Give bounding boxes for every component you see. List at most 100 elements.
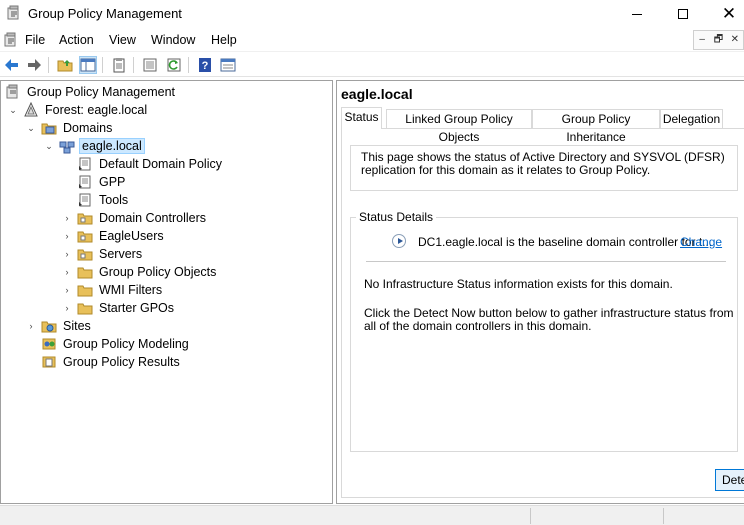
status-info-text: This page shows the status of Active Dir… — [350, 145, 738, 191]
window-title: Group Policy Management — [28, 6, 182, 21]
tree-node-label: Tools — [99, 193, 129, 207]
mdi-restore-icon[interactable]: 🗗 — [710, 31, 726, 49]
minimize-button[interactable] — [614, 0, 660, 28]
tree-node-gpp[interactable]: GPP — [77, 173, 127, 191]
tree-node-label: Group Policy Objects — [99, 265, 217, 279]
tree-node-label: Starter GPOs — [99, 301, 175, 315]
gpm-icon — [5, 84, 21, 100]
tab-status[interactable]: Status — [341, 107, 382, 129]
forward-button[interactable] — [25, 56, 43, 74]
console-view-icon — [220, 58, 236, 72]
menu-file[interactable]: File — [25, 33, 45, 47]
tree-node-label: EagleUsers — [99, 229, 164, 243]
expand-chevron-icon[interactable]: › — [61, 230, 73, 242]
up-folder-button[interactable] — [56, 56, 74, 74]
menu-view[interactable]: View — [109, 33, 136, 47]
detect-now-button[interactable]: Dete — [715, 469, 744, 491]
tree-node-label: Forest: eagle.local — [45, 103, 148, 117]
gpo-link-icon — [77, 156, 93, 172]
tab-linked-gpos[interactable]: Linked Group Policy Objects — [386, 109, 532, 144]
tree-node-servers[interactable]: › Servers — [61, 245, 144, 263]
status-details-label: Status Details — [356, 210, 437, 224]
expand-chevron-icon[interactable]: › — [61, 212, 73, 224]
menu-action[interactable]: Action — [59, 33, 94, 47]
expand-chevron-icon[interactable]: › — [61, 248, 73, 260]
tree-node-label: Domains — [63, 121, 113, 135]
tree-node-gp-results[interactable]: Group Policy Results — [41, 353, 182, 371]
svg-text:?: ? — [202, 60, 209, 72]
tab-gp-inheritance[interactable]: Group Policy Inheritance — [532, 109, 660, 144]
expand-chevron-icon[interactable]: › — [25, 320, 37, 332]
tree-node-starter-gpos[interactable]: › Starter GPOs — [61, 299, 176, 317]
detect-now-hint: Click the Detect Now button below to gat… — [364, 306, 734, 333]
collapse-chevron-icon[interactable]: ⌄ — [7, 104, 19, 116]
toolbar-separator — [133, 57, 134, 73]
clipboard-icon — [113, 58, 125, 73]
title-bar: Group Policy Management ✕ — [0, 0, 744, 28]
tree-node-wmi-filters[interactable]: › WMI Filters — [61, 281, 164, 299]
tree-node-label: Group Policy Modeling — [63, 337, 189, 351]
modeling-icon — [41, 336, 57, 352]
expand-chevron-icon[interactable]: › — [61, 266, 73, 278]
domain-icon — [59, 138, 75, 154]
no-infrastructure-message: No Infrastructure Status information exi… — [364, 277, 673, 291]
refresh-icon — [167, 58, 181, 72]
toolbar-separator — [48, 57, 49, 73]
tab-delegation[interactable]: Delegation — [660, 109, 723, 129]
details-pane: eagle.local Status Linked Group Policy O… — [336, 80, 744, 504]
toolbar: ? — [0, 53, 744, 77]
gpo-link-icon — [77, 192, 93, 208]
console-tree: Group Policy Management ⌄ Forest: eagle.… — [0, 80, 333, 504]
expand-arrow-icon[interactable] — [392, 234, 406, 248]
section-divider — [366, 261, 726, 262]
status-bar-segment — [530, 508, 531, 524]
minimize-icon — [632, 13, 642, 15]
close-button[interactable]: ✕ — [706, 0, 744, 28]
ou-icon — [77, 246, 93, 262]
help-button[interactable]: ? — [196, 56, 214, 74]
collapse-chevron-icon[interactable]: ⌄ — [43, 140, 55, 152]
console-view-button[interactable] — [219, 56, 237, 74]
tree-node-domains[interactable]: ⌄ Domains — [25, 119, 114, 137]
status-bar-segment — [663, 508, 664, 524]
tree-node-eagleusers[interactable]: › EagleUsers — [61, 227, 166, 245]
tree-node-forest[interactable]: ⌄ Forest: eagle.local — [7, 101, 149, 119]
mdi-minimize-icon[interactable]: – — [694, 31, 710, 49]
export-list-button[interactable] — [141, 56, 159, 74]
folder-icon — [77, 282, 93, 298]
tree-node-gp-modeling[interactable]: Group Policy Modeling — [41, 335, 191, 353]
tree-node-tools[interactable]: Tools — [77, 191, 130, 209]
export-list-icon — [143, 58, 157, 72]
tree-node-label: Group Policy Results — [63, 355, 180, 369]
baseline-dc-text: DC1.eagle.local is the baseline domain c… — [418, 235, 713, 249]
expand-chevron-icon[interactable]: › — [61, 302, 73, 314]
tree-node-group-policy-objects[interactable]: › Group Policy Objects — [61, 263, 218, 281]
tree-node-label: Group Policy Management — [27, 85, 175, 99]
status-details-group — [350, 217, 738, 452]
tree-node-sites[interactable]: › Sites — [25, 317, 93, 335]
tree-node-domain-controllers[interactable]: › Domain Controllers — [61, 209, 208, 227]
menu-help[interactable]: Help — [211, 33, 237, 47]
console-menu-icon[interactable] — [3, 32, 19, 48]
mdi-close-icon[interactable]: ✕ — [727, 31, 743, 49]
change-link[interactable]: Change — [680, 235, 722, 249]
tree-node-default-domain-policy[interactable]: Default Domain Policy — [77, 155, 224, 173]
tree-node-gpm-root[interactable]: Group Policy Management — [5, 83, 177, 101]
close-icon: ✕ — [721, 4, 737, 23]
menu-window[interactable]: Window — [151, 33, 195, 47]
menu-bar: File Action View Window Help — [0, 28, 744, 52]
properties-button[interactable] — [110, 56, 128, 74]
collapse-chevron-icon[interactable]: ⌄ — [25, 122, 37, 134]
maximize-icon — [678, 9, 688, 19]
tree-node-label: WMI Filters — [99, 283, 163, 297]
toolbar-separator — [188, 57, 189, 73]
maximize-button[interactable] — [660, 0, 706, 28]
domains-icon — [41, 120, 57, 136]
tree-node-eagle-local[interactable]: ⌄ eagle.local — [43, 137, 145, 155]
tree-node-label: Servers — [99, 247, 143, 261]
back-button[interactable] — [3, 56, 21, 74]
expand-chevron-icon[interactable]: › — [61, 284, 73, 296]
show-hide-tree-button[interactable] — [79, 56, 97, 74]
up-folder-icon — [57, 60, 73, 72]
refresh-button[interactable] — [165, 56, 183, 74]
